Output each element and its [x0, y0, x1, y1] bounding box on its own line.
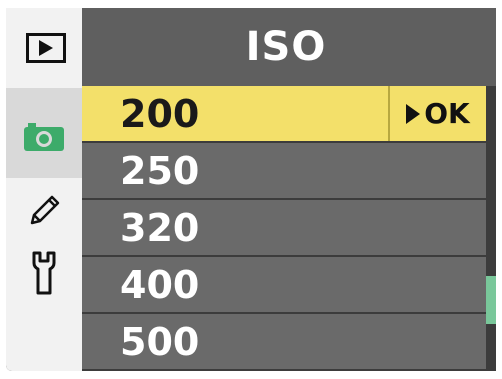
- scrollbar-thumb[interactable]: [486, 276, 496, 324]
- tab-setup[interactable]: [6, 242, 82, 304]
- menu-title: ISO: [245, 24, 327, 70]
- iso-option-value: 250: [120, 148, 200, 193]
- scrollbar[interactable]: [486, 86, 496, 371]
- tab-shooting[interactable]: [6, 88, 82, 178]
- ok-label: OK: [424, 97, 470, 130]
- tab-playback[interactable]: [6, 8, 82, 88]
- menu-tabs: [6, 8, 82, 371]
- tab-custom[interactable]: [6, 180, 82, 242]
- iso-option-250[interactable]: 250: [82, 143, 486, 198]
- iso-option-value: 500: [120, 319, 200, 364]
- iso-option-200[interactable]: 200 OK: [82, 86, 486, 141]
- iso-option-320[interactable]: 320: [82, 200, 486, 255]
- playback-icon: [26, 33, 66, 63]
- iso-option-value: 400: [120, 262, 200, 307]
- menu-title-bar: ISO: [82, 8, 496, 86]
- iso-option-value: 320: [120, 205, 200, 250]
- wrench-icon: [32, 251, 56, 295]
- iso-option-400[interactable]: 400: [82, 257, 486, 312]
- pencil-icon: [30, 195, 60, 225]
- arrow-right-icon: [406, 103, 421, 124]
- iso-option-500[interactable]: 500: [82, 314, 486, 369]
- ok-button[interactable]: OK: [388, 86, 486, 141]
- iso-options-list: 200 OK 250 320 400 500: [82, 86, 486, 371]
- camera-icon: [24, 123, 64, 151]
- iso-option-value: 200: [120, 91, 200, 136]
